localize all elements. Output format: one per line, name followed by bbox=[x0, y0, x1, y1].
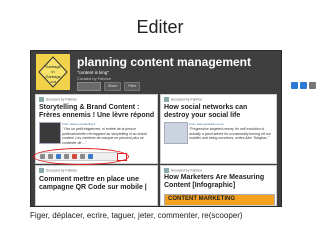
scooped-by: Scooped by Fabrice bbox=[164, 168, 202, 173]
post-thumbnail: CONTENT MARKETING bbox=[164, 194, 275, 205]
post-thumbnail bbox=[39, 122, 61, 144]
avatar bbox=[39, 168, 44, 173]
scooped-by: Scooped by Fabrice bbox=[39, 97, 77, 102]
share-button[interactable]: Share bbox=[104, 82, 122, 91]
post-title[interactable]: Comment mettre en place une campagne QR … bbox=[39, 176, 155, 192]
slide-caption: Figer, déplacer, ecrire, taguer, jeter, … bbox=[30, 211, 243, 220]
post-title[interactable]: How Marketers Are Measuring Content [Inf… bbox=[164, 174, 274, 190]
scooped-by-label: Scooped by Fabrice bbox=[46, 168, 78, 173]
scooped-by-label: Scooped by Fabrice bbox=[171, 168, 203, 173]
post-card-social-networks[interactable]: Scooped by Fabrice How social networks c… bbox=[160, 94, 277, 164]
post-excerpt: "Progressive targeted money for self-evo… bbox=[189, 127, 271, 140]
post-title[interactable]: Storytelling & Brand Content : Frères en… bbox=[39, 104, 155, 120]
slide-title: Editer bbox=[136, 17, 184, 37]
avatar bbox=[164, 97, 169, 102]
facebook-icon[interactable] bbox=[291, 82, 298, 89]
toolbar-actions bbox=[291, 82, 316, 89]
topic-title: planning content management bbox=[77, 55, 252, 69]
curated-by: Curated by Fabrice bbox=[77, 76, 112, 81]
post-card-marketers[interactable]: Scooped by Fabrice How Marketers Are Mea… bbox=[160, 165, 277, 206]
scooped-by: Scooped by Fabrice bbox=[164, 97, 202, 102]
avatar bbox=[164, 168, 169, 173]
twitter-icon[interactable] bbox=[300, 82, 307, 89]
scooped-by: Scooped by Fabrice bbox=[39, 168, 77, 173]
scooped-by-label: Scooped by Fabrice bbox=[171, 97, 203, 102]
post-card-qr-code[interactable]: Scooped by Fabrice Comment mettre en pla… bbox=[35, 165, 158, 206]
svg-text:out: out bbox=[50, 79, 56, 84]
highlight-ellipse bbox=[33, 148, 129, 165]
topic-subtitle: "content is king" bbox=[77, 70, 109, 75]
post-title[interactable]: How social networks can destroy your soc… bbox=[164, 104, 274, 120]
scooped-by-label: Scooped by Fabrice bbox=[46, 97, 78, 102]
banner-text: CONTENT MARKETING bbox=[168, 196, 235, 202]
post-thumbnail bbox=[164, 122, 188, 144]
avatar bbox=[39, 97, 44, 102]
settings-icon[interactable] bbox=[309, 82, 316, 89]
post-source-link[interactable]: From www.guardian.co.uk bbox=[189, 122, 224, 126]
filter-button[interactable]: Filter bbox=[124, 82, 141, 91]
post-excerpt: " Pas un petit étagement, ni entrée de l… bbox=[62, 127, 147, 145]
topic-toolbar: Share Filter bbox=[77, 82, 141, 91]
search-input[interactable] bbox=[77, 82, 101, 91]
logo: Garbage in Garbage out bbox=[36, 54, 70, 90]
post-source-link[interactable]: From www.e-marketing.fr bbox=[62, 122, 96, 126]
highlight-marker bbox=[117, 153, 127, 161]
